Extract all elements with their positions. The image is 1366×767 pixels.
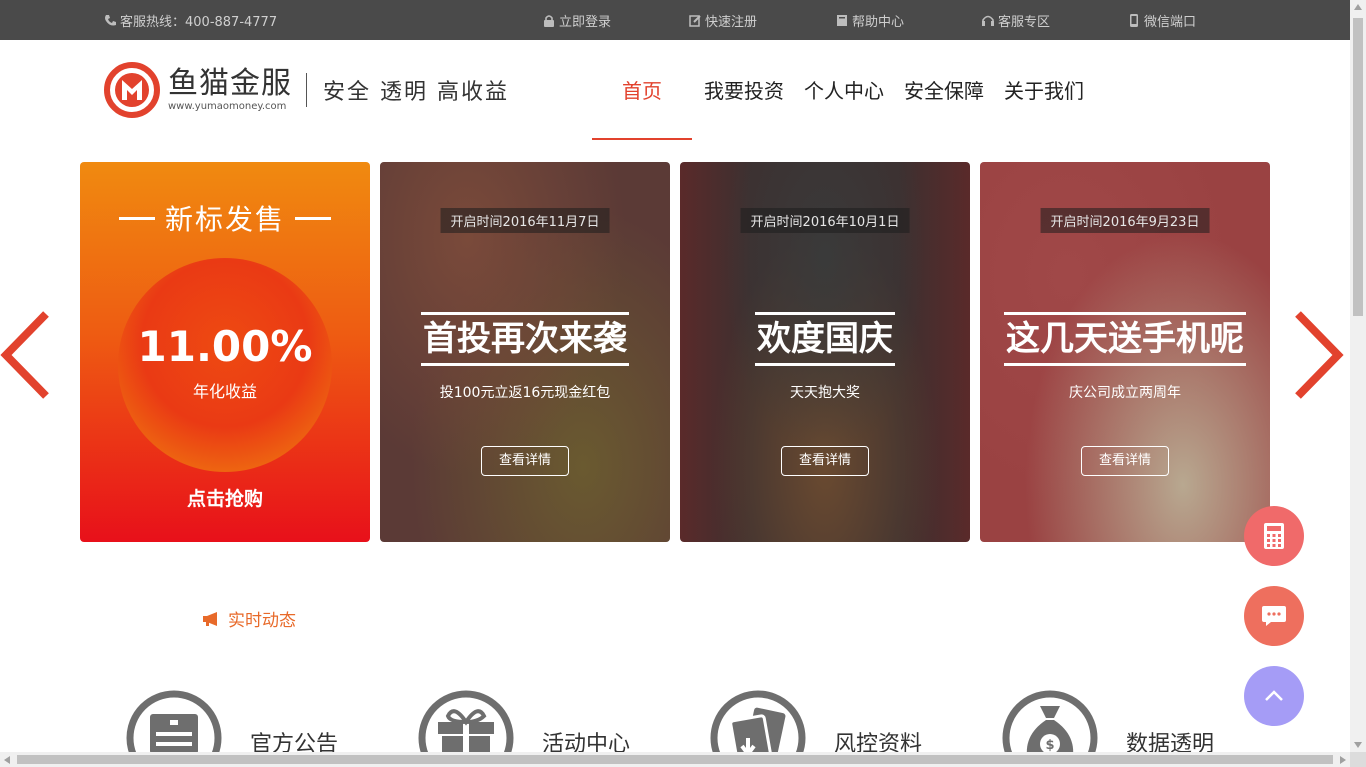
scroll-left-arrow-icon[interactable]	[4, 756, 10, 764]
mobile-icon	[1130, 14, 1138, 27]
register-link[interactable]: 快速注册	[689, 11, 757, 30]
top-bar: 客服热线：400-887-4777 立即登录 快速注册 帮助中心 客服专区 微信…	[0, 0, 1350, 40]
nav-security[interactable]: 安全保障	[894, 40, 994, 140]
event-date: 开启时间2016年9月23日	[1040, 208, 1210, 233]
nav-about-us[interactable]: 关于我们	[994, 40, 1094, 140]
lock-icon	[544, 15, 554, 27]
new-product-card[interactable]: 新标发售 11.00% 年化收益 点击抢购	[80, 162, 370, 542]
login-label: 立即登录	[559, 15, 612, 30]
brand-name: 鱼猫金服	[168, 66, 292, 101]
megaphone-icon	[203, 611, 217, 626]
headset-icon	[982, 15, 994, 26]
carousel-next-arrow[interactable]	[1290, 310, 1344, 400]
brand-url: www.yumaomoney.com	[168, 101, 287, 112]
event-card[interactable]: 开启时间2016年9月23日 这几天送手机呢 庆公司成立两周年 查看详情	[980, 162, 1270, 542]
event-card[interactable]: 开启时间2016年10月1日 欢度国庆 天天抱大奖 查看详情	[680, 162, 970, 542]
event-details-button[interactable]: 查看详情	[1081, 446, 1169, 476]
header: 鱼猫金服 www.yumaomoney.com 安全 透明 高收益 首页 我要投…	[0, 40, 1350, 140]
new-product-title: 新标发售	[164, 203, 285, 236]
svg-text:$: $	[1045, 738, 1054, 753]
annual-rate: 11.00%	[137, 322, 313, 371]
vertical-scroll-thumb[interactable]	[1353, 18, 1363, 316]
carousel-prev-arrow[interactable]	[0, 310, 54, 400]
nav-home[interactable]: 首页	[592, 40, 692, 140]
scroll-down-arrow-icon[interactable]	[1354, 742, 1362, 748]
logo[interactable]: 鱼猫金服 www.yumaomoney.com 安全 透明 高收益	[104, 62, 509, 118]
book-icon	[837, 15, 847, 26]
page: 客服热线：400-887-4777 立即登录 快速注册 帮助中心 客服专区 微信…	[0, 0, 1366, 767]
brand-logo-icon	[104, 62, 160, 118]
event-title: 这几天送手机呢	[1004, 312, 1246, 366]
title-dash-left	[118, 216, 155, 220]
main-nav: 首页 我要投资 个人中心 安全保障 关于我们	[592, 40, 1094, 140]
chat-button[interactable]	[1244, 586, 1304, 646]
event-subtitle: 投100元立返16元现金红包	[439, 385, 611, 401]
event-date: 开启时间2016年11月7日	[440, 208, 610, 233]
wechat-label: 微信端口	[1144, 15, 1197, 30]
hotline-text: 客服热线：400-887-4777	[120, 15, 278, 30]
register-label: 快速注册	[705, 15, 758, 30]
slogan: 安全 透明 高收益	[323, 80, 509, 105]
event-title: 欢度国庆	[755, 312, 895, 366]
nav-personal-center[interactable]: 个人中心	[794, 40, 894, 140]
rate-circle: 11.00% 年化收益	[118, 258, 332, 472]
scroll-right-arrow-icon[interactable]	[1340, 756, 1346, 764]
chat-icon	[1262, 606, 1286, 626]
annual-rate-label: 年化收益	[192, 382, 257, 401]
help-center-link[interactable]: 帮助中心	[836, 11, 904, 30]
help-center-label: 帮助中心	[852, 15, 905, 30]
event-details-button[interactable]: 查看详情	[781, 446, 869, 476]
horizontal-scrollbar[interactable]	[0, 752, 1350, 767]
phone-icon	[105, 15, 116, 26]
chevron-up-icon	[1265, 690, 1283, 701]
event-card[interactable]: 开启时间2016年11月7日 首投再次来袭 投100元立返16元现金红包 查看详…	[380, 162, 670, 542]
scrollbar-corner	[1350, 752, 1366, 767]
live-news[interactable]: 实时动态	[202, 606, 296, 631]
title-dash-right	[295, 216, 331, 220]
event-date: 开启时间2016年10月1日	[740, 208, 910, 233]
back-to-top-button[interactable]	[1244, 666, 1304, 726]
logo-divider	[306, 73, 307, 107]
scroll-up-arrow-icon[interactable]	[1354, 4, 1362, 10]
wechat-link[interactable]: 微信端口	[1128, 11, 1196, 30]
buy-now-button[interactable]: 点击抢购	[80, 484, 370, 511]
login-link[interactable]: 立即登录	[543, 11, 611, 30]
event-subtitle: 庆公司成立两周年	[1069, 385, 1181, 401]
event-subtitle: 天天抱大奖	[790, 385, 860, 401]
customer-service-label: 客服专区	[998, 15, 1051, 30]
edit-icon	[689, 15, 701, 27]
customer-service-link[interactable]: 客服专区	[982, 11, 1050, 30]
calculator-icon	[1264, 523, 1284, 549]
horizontal-scroll-thumb[interactable]	[17, 755, 1333, 764]
hotline: 客服热线：400-887-4777	[104, 11, 277, 30]
event-details-button[interactable]: 查看详情	[481, 446, 569, 476]
live-news-label: 实时动态	[228, 611, 296, 631]
event-title: 首投再次来袭	[421, 312, 629, 366]
nav-invest[interactable]: 我要投资	[694, 40, 794, 140]
vertical-scrollbar[interactable]	[1350, 0, 1366, 752]
calculator-button[interactable]	[1244, 506, 1304, 566]
